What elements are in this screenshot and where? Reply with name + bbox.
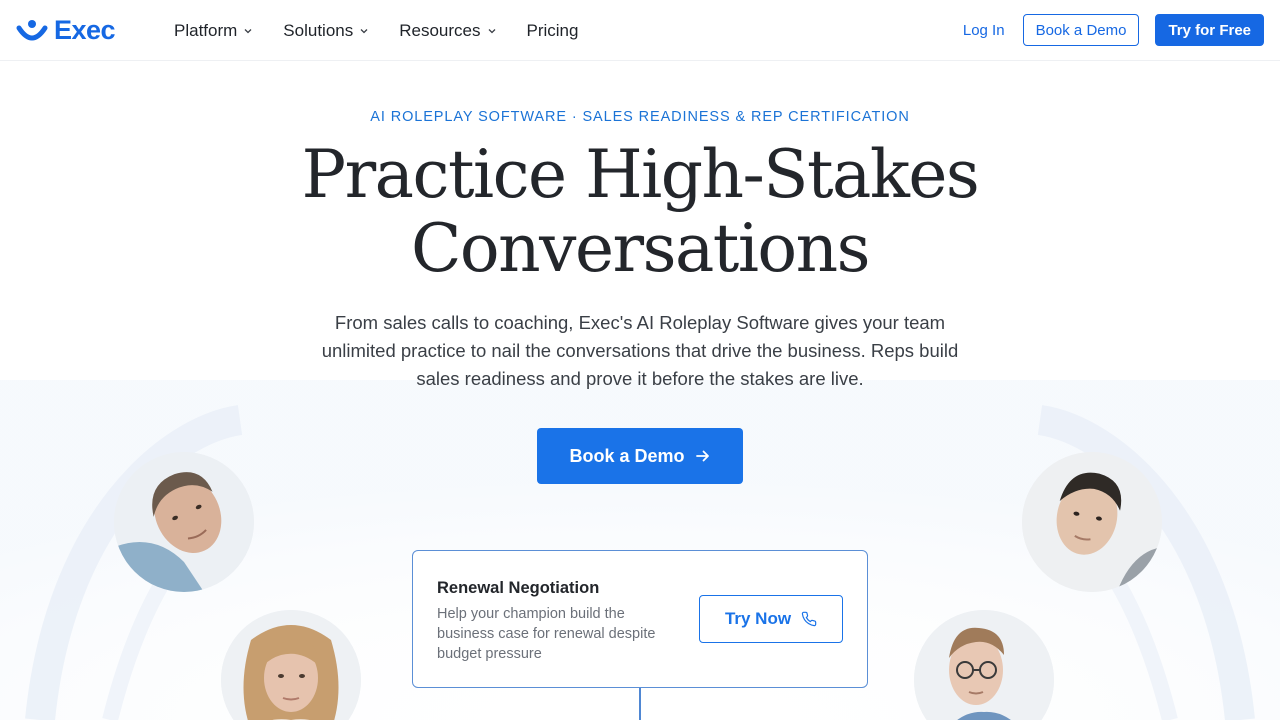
headline-line-2: Conversations xyxy=(410,210,871,287)
book-demo-button[interactable]: Book a Demo xyxy=(1022,14,1140,46)
nav-item-resources[interactable]: Resources xyxy=(399,21,496,41)
scenario-card: Renewal Negotiation Help your champion b… xyxy=(412,550,868,688)
try-now-label: Try Now xyxy=(724,609,792,628)
cta-label: Book a Demo xyxy=(569,445,685,466)
logo[interactable]: Exec xyxy=(16,14,116,46)
exec-logo-icon xyxy=(16,20,48,41)
scenario-title: Renewal Negotiation xyxy=(437,579,600,597)
login-link[interactable]: Log In xyxy=(963,22,1005,39)
try-now-button[interactable]: Try Now xyxy=(699,595,843,643)
logo-text: Exec xyxy=(54,14,116,45)
nav-item-label: Pricing xyxy=(526,20,579,40)
nav-item-label: Platform xyxy=(174,20,238,40)
hero-headline: Practice High-Stakes Conversations xyxy=(0,138,1280,286)
avatar-woman-blonde xyxy=(221,610,361,720)
nav-actions: Log In Book a Demo Try for Free xyxy=(963,14,1264,46)
scenario-description: Help your champion build the business ca… xyxy=(437,606,656,662)
phone-icon xyxy=(801,611,817,627)
nav-item-label: Solutions xyxy=(283,20,354,40)
nav-item-label: Resources xyxy=(399,20,481,40)
hero-subtext: From sales calls to coaching, Exec's AI … xyxy=(321,312,959,389)
hero-eyebrow: AI ROLEPLAY SOFTWARE · SALES READINESS &… xyxy=(370,109,910,125)
chevron-down-icon xyxy=(360,28,368,33)
arrow-right-icon xyxy=(695,450,709,462)
avatar-man-tilted xyxy=(114,452,254,592)
avatar-man-asian xyxy=(1022,452,1162,592)
nav-item-solutions[interactable]: Solutions xyxy=(283,21,369,41)
nav-item-platform[interactable]: Platform xyxy=(174,21,253,41)
headline-line-1: Practice High-Stakes xyxy=(301,136,980,213)
hero-book-demo-button[interactable]: Book a Demo xyxy=(537,428,743,484)
chevron-down-icon xyxy=(244,28,252,33)
chevron-down-icon xyxy=(488,28,495,33)
card-connector-line xyxy=(639,688,641,720)
try-free-button[interactable]: Try for Free xyxy=(1155,14,1264,46)
nav-item-pricing[interactable]: Pricing xyxy=(527,21,579,41)
top-navbar: Exec Platform Solutions Resources Pricin… xyxy=(0,0,1280,61)
nav-links: Platform Solutions Resources Pricing xyxy=(174,0,608,61)
avatar-man-glasses xyxy=(914,610,1054,720)
